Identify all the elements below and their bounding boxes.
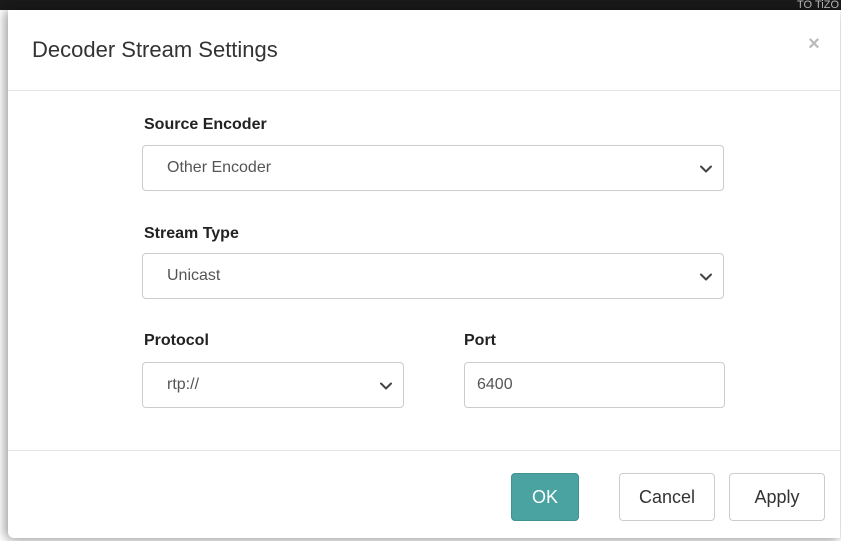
chevron-down-icon (700, 273, 712, 281)
background-corner-text: TO TiZO (797, 0, 839, 11)
source-encoder-selected-value: Other Encoder (167, 159, 272, 176)
protocol-label: Protocol (144, 332, 209, 349)
stream-type-select[interactable]: Unicast (142, 253, 724, 299)
chevron-down-icon (700, 165, 712, 173)
cancel-button[interactable]: Cancel (619, 473, 715, 521)
protocol-selected-value: rtp:// (167, 376, 200, 393)
port-label: Port (464, 332, 496, 349)
apply-button[interactable]: Apply (729, 473, 825, 521)
dialog-header: Decoder Stream Settings × (8, 10, 840, 91)
ok-button[interactable]: OK (511, 473, 579, 521)
port-input-value: 6400 (477, 376, 513, 393)
port-input[interactable]: 6400 (464, 362, 725, 408)
close-icon[interactable]: × (804, 32, 824, 56)
dialog-body: Source Encoder Other Encoder Stream Type… (8, 91, 840, 451)
background-top-bar (0, 0, 841, 10)
source-encoder-select[interactable]: Other Encoder (142, 145, 724, 191)
source-encoder-label: Source Encoder (144, 116, 267, 133)
chevron-down-icon (380, 382, 392, 390)
stream-type-label: Stream Type (144, 225, 239, 242)
decoder-stream-settings-dialog: Decoder Stream Settings × Source Encoder… (8, 10, 840, 538)
dialog-footer: OK Cancel Apply (8, 450, 840, 539)
protocol-select[interactable]: rtp:// (142, 362, 404, 408)
stream-type-selected-value: Unicast (167, 267, 221, 284)
dialog-title: Decoder Stream Settings (32, 37, 278, 62)
